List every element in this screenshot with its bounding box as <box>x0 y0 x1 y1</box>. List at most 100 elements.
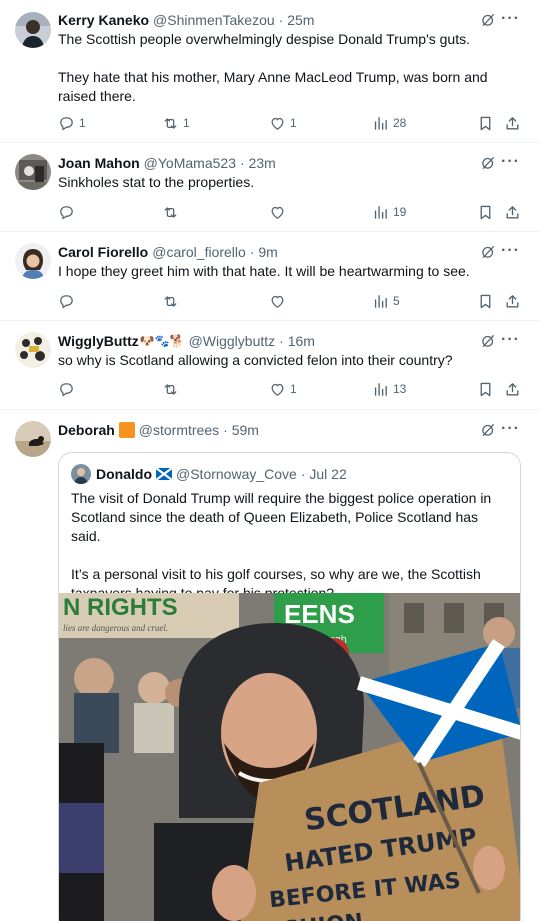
scotland-flag-icon <box>156 468 172 480</box>
heart-icon <box>269 204 286 221</box>
reply-button[interactable] <box>58 380 75 398</box>
like-button[interactable] <box>269 203 286 221</box>
quoted-tweet[interactable]: Donaldo @Stornoway_Cove · Jul 22 The vis… <box>58 452 521 921</box>
more-icon[interactable]: ··· <box>501 420 520 438</box>
share-button[interactable] <box>504 114 521 132</box>
grok-icon[interactable] <box>480 422 496 438</box>
retweet-icon <box>162 115 179 132</box>
tweet[interactable]: Carol Fiorello @carol_fiorello · 9m ··· … <box>0 232 540 321</box>
view-count: 28 <box>393 116 407 130</box>
views-button[interactable]: 19 <box>372 203 406 221</box>
protest-photo: N RIGHTS lies are dangerous and cruel. E… <box>59 593 520 921</box>
views-button[interactable]: 13 <box>372 380 406 398</box>
quoted-author-handle: @Stornoway_Cove <box>176 466 297 482</box>
retweet-button[interactable] <box>162 203 179 221</box>
tweet[interactable]: Kerry Kaneko @ShinmenTakezou · 25m ··· T… <box>0 0 540 143</box>
avatar[interactable] <box>15 12 51 48</box>
bookmark-button[interactable] <box>477 292 494 310</box>
quoted-photo[interactable]: N RIGHTS lies are dangerous and cruel. E… <box>59 593 520 921</box>
heart-icon <box>269 381 286 398</box>
tweet[interactable]: Deborah @stormtrees · 59m ··· Donaldo @S… <box>0 410 540 921</box>
like-count: 1 <box>290 382 297 396</box>
avatar[interactable] <box>15 421 51 457</box>
name-emoji: 🐶🐾🐕 <box>139 334 185 348</box>
retweet-button[interactable] <box>162 292 179 310</box>
bookmark-button[interactable] <box>477 380 494 398</box>
reply-button[interactable] <box>58 292 75 310</box>
action-bar: 1 1 1 28 <box>58 114 520 132</box>
action-bar: 1 13 <box>58 380 520 398</box>
tweet[interactable]: WigglyButtz 🐶🐾🐕 @Wigglybuttz · 16m ··· s… <box>0 321 540 410</box>
more-icon[interactable]: ··· <box>501 10 520 28</box>
views-button[interactable]: 28 <box>372 114 406 132</box>
author-name[interactable]: WigglyButtz <box>58 333 139 349</box>
more-icon[interactable]: ··· <box>501 153 520 171</box>
bookmark-icon <box>477 204 494 221</box>
author-handle[interactable]: @Wigglybuttz <box>189 333 276 349</box>
author-handle[interactable]: @YoMama523 <box>144 155 236 171</box>
avatar[interactable] <box>15 243 51 279</box>
reply-button[interactable]: 1 <box>58 114 86 132</box>
banner-left-text: N RIGHTS <box>63 594 178 621</box>
like-button[interactable] <box>269 292 286 310</box>
timestamp[interactable]: · 23m <box>240 155 276 171</box>
author-name[interactable]: Carol Fiorello <box>58 244 148 260</box>
reply-icon <box>58 204 75 221</box>
bookmark-button[interactable] <box>477 114 494 132</box>
tweet-text: The Scottish people overwhelmingly despi… <box>58 31 488 104</box>
views-button[interactable]: 5 <box>372 292 400 310</box>
view-count: 5 <box>393 294 400 308</box>
action-bar: 19 <box>58 203 520 221</box>
bookmark-icon <box>477 381 494 398</box>
quoted-avatar <box>71 464 91 484</box>
tweet-text: Sinkholes stat to the properties. <box>58 174 255 190</box>
timestamp[interactable]: · 9m <box>250 244 278 260</box>
more-icon[interactable]: ··· <box>501 331 520 349</box>
share-button[interactable] <box>504 292 521 310</box>
bookmark-button[interactable] <box>477 203 494 221</box>
share-button[interactable] <box>504 380 521 398</box>
share-icon <box>504 115 521 132</box>
tweet-text: I hope they greet him with that hate. It… <box>58 263 470 279</box>
more-icon[interactable]: ··· <box>501 242 520 260</box>
retweet-icon <box>162 381 179 398</box>
tweet[interactable]: Joan Mahon @YoMama523 · 23m ··· Sinkhole… <box>0 143 540 232</box>
heart-icon <box>269 293 286 310</box>
views-icon <box>372 293 389 310</box>
orange-square-emoji <box>118 422 135 438</box>
author-handle[interactable]: @carol_fiorello <box>152 244 246 260</box>
banner-right-text: EENS <box>284 599 355 629</box>
author-name[interactable]: Kerry Kaneko <box>58 12 149 28</box>
like-button[interactable]: 1 <box>269 380 297 398</box>
timestamp[interactable]: · 25m <box>279 12 315 28</box>
retweet-button[interactable] <box>162 380 179 398</box>
author-name[interactable]: Joan Mahon <box>58 155 140 171</box>
timestamp[interactable]: · 16m <box>279 333 315 349</box>
author-handle[interactable]: @ShinmenTakezou <box>153 12 275 28</box>
reply-count: 1 <box>79 116 86 130</box>
avatar[interactable] <box>15 154 51 190</box>
reply-icon <box>58 381 75 398</box>
share-icon <box>504 381 521 398</box>
grok-icon[interactable] <box>480 244 496 260</box>
grok-icon[interactable] <box>480 12 496 28</box>
grok-icon[interactable] <box>480 333 496 349</box>
timestamp[interactable]: · 59m <box>223 422 259 438</box>
heart-icon <box>269 115 286 132</box>
reply-button[interactable] <box>58 203 75 221</box>
like-count: 1 <box>290 116 297 130</box>
share-icon <box>504 293 521 310</box>
bookmark-icon <box>477 293 494 310</box>
reply-icon <box>58 115 75 132</box>
tweet-text: so why is Scotland allowing a convicted … <box>58 352 453 368</box>
author-name[interactable]: Deborah <box>58 422 115 438</box>
like-button[interactable]: 1 <box>269 114 297 132</box>
reply-icon <box>58 293 75 310</box>
avatar[interactable] <box>15 332 51 368</box>
author-handle[interactable]: @stormtrees <box>139 422 219 438</box>
retweet-icon <box>162 204 179 221</box>
views-icon <box>372 115 389 132</box>
retweet-button[interactable]: 1 <box>162 114 190 132</box>
grok-icon[interactable] <box>480 155 496 171</box>
share-button[interactable] <box>504 203 521 221</box>
